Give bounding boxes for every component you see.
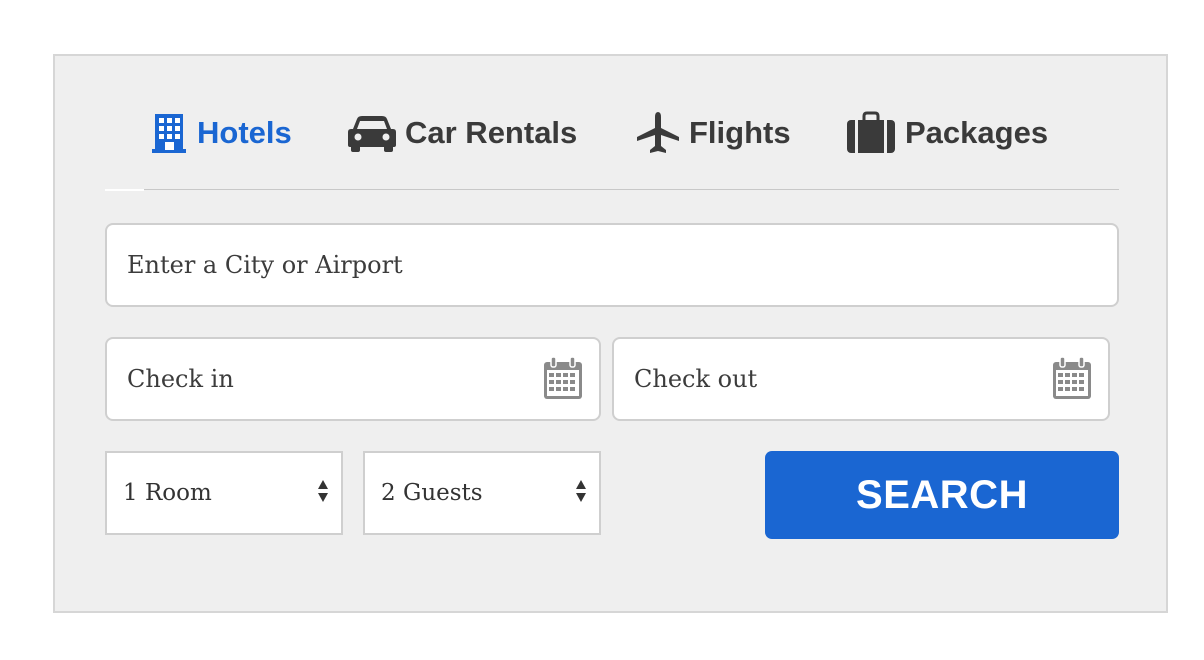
sort-arrows-icon [317,479,329,508]
search-button[interactable]: SEARCH [765,451,1119,539]
car-icon [347,113,397,153]
tab-label: Flights [689,115,791,150]
tab-divider [144,189,1119,190]
airplane-icon [635,110,681,156]
tab-bar: Hotels Car Rentals Flights Packages [55,56,1166,191]
check-out-input[interactable] [614,339,1108,419]
destination-field[interactable] [105,223,1119,307]
check-in-field[interactable] [105,337,601,421]
tab-car-rentals[interactable]: Car Rentals [347,106,577,160]
guests-select[interactable]: 2 Guests [363,451,601,535]
tab-packages[interactable]: Packages [845,106,1048,160]
calendar-icon[interactable] [1052,356,1092,405]
guests-value: 2 Guests [381,480,483,506]
tab-label: Hotels [197,115,292,150]
hotel-building-icon [149,112,189,154]
tab-label: Packages [905,115,1049,150]
search-widget: Hotels Car Rentals Flights Packages Ente… [53,54,1168,613]
tab-hotels[interactable]: Hotels [149,106,292,160]
destination-input[interactable] [107,225,1117,305]
calendar-icon[interactable] [543,356,583,405]
rooms-select[interactable]: 1 Room [105,451,343,535]
rooms-value: 1 Room [123,480,212,506]
check-in-input[interactable] [107,339,599,419]
suitcase-icon [845,111,897,155]
tab-label: Car Rentals [405,115,578,150]
check-out-field[interactable] [612,337,1110,421]
sort-arrows-icon [575,479,587,508]
tab-active-gap [105,189,144,191]
tab-flights[interactable]: Flights [635,106,791,160]
